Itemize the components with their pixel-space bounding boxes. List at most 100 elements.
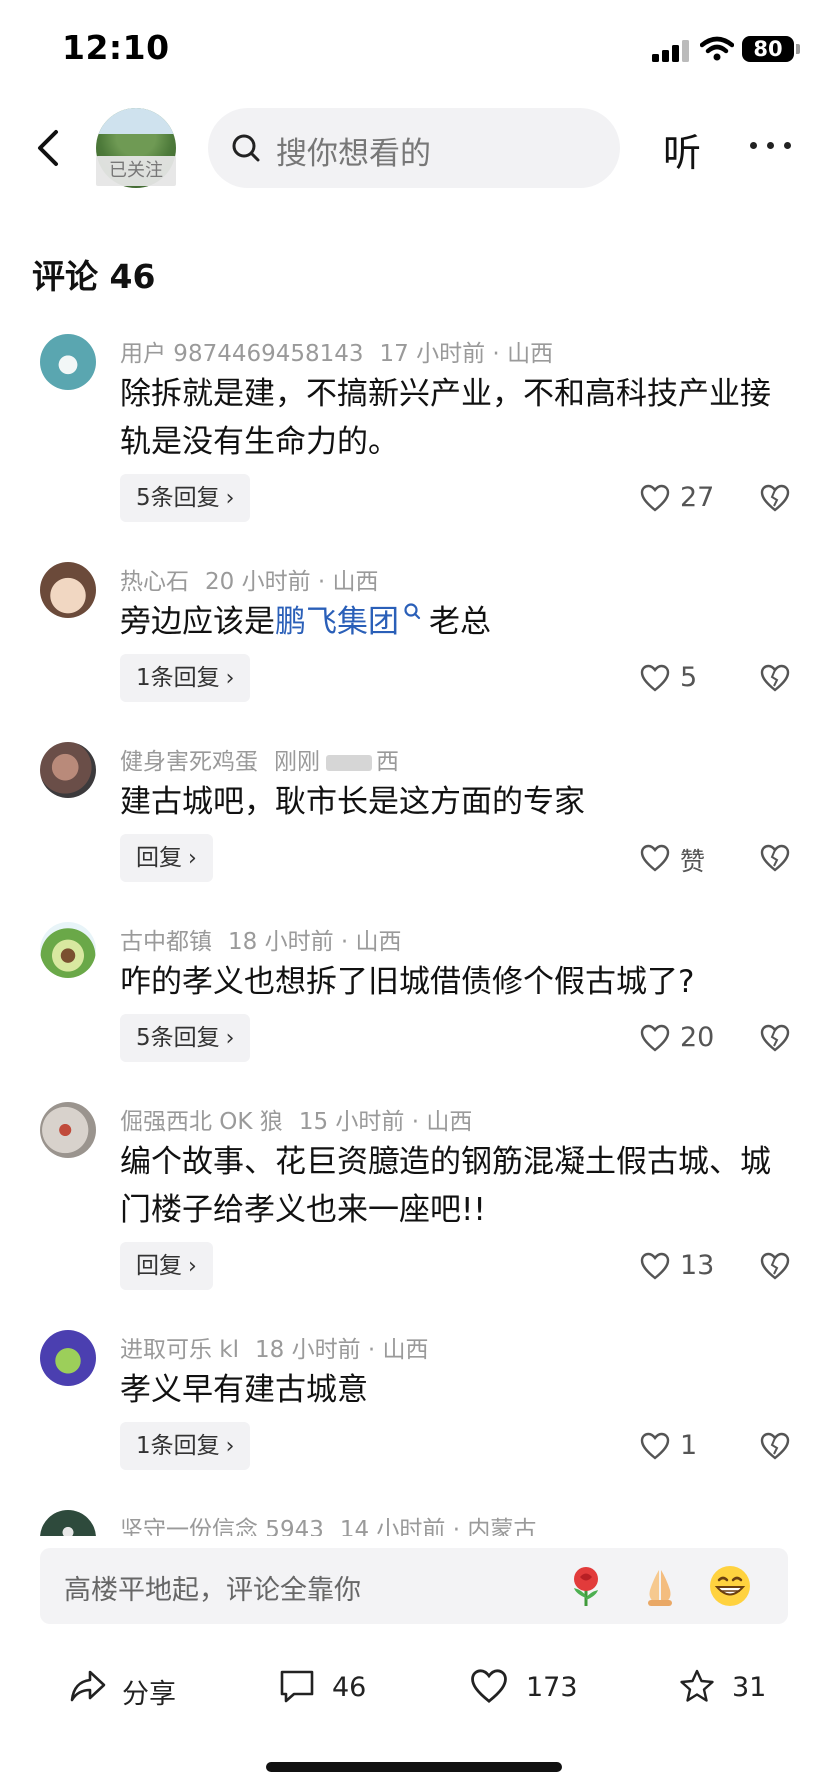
comment-location: 西 bbox=[376, 749, 399, 775]
comment-username[interactable]: 坚守一份信念 5943 bbox=[120, 1517, 324, 1536]
chevron-right-icon: › bbox=[225, 1434, 235, 1459]
praying-hands-emoji-icon[interactable] bbox=[638, 1564, 682, 1608]
comment-count: 46 bbox=[332, 1672, 367, 1703]
search-input[interactable]: 搜你想看的 bbox=[208, 108, 620, 188]
dislike-button[interactable] bbox=[760, 1422, 792, 1470]
view-replies-button[interactable]: 1条回复 › bbox=[120, 654, 251, 702]
like-button[interactable]: 1 bbox=[640, 1422, 740, 1470]
search-link-icon[interactable] bbox=[403, 602, 423, 624]
comment-time: 18 小时前 bbox=[228, 929, 334, 955]
dislike-button[interactable] bbox=[760, 1014, 792, 1062]
avatar[interactable] bbox=[40, 922, 96, 978]
home-indicator[interactable] bbox=[266, 1762, 562, 1772]
comment-username[interactable]: 健身害死鸡蛋 bbox=[120, 749, 258, 775]
comment-meta: 坚守一份信念 5943 14 小时前 · 内蒙古 bbox=[120, 1510, 536, 1536]
reply-button[interactable]: 回复 › bbox=[120, 834, 213, 882]
heart-icon bbox=[640, 1024, 670, 1052]
comment-input[interactable]: 高楼平地起，评论全靠你 bbox=[40, 1548, 788, 1624]
heart-icon bbox=[640, 1432, 670, 1460]
comment-username[interactable]: 古中都镇 bbox=[120, 929, 212, 955]
reply-label: 回复 bbox=[136, 1253, 182, 1279]
share-icon bbox=[70, 1670, 106, 1702]
like-button[interactable]: 赞 bbox=[640, 834, 740, 882]
avatar[interactable] bbox=[40, 562, 96, 618]
comment-location: 山西 bbox=[382, 1337, 429, 1363]
search-link[interactable]: 鹏飞集团 bbox=[275, 604, 399, 640]
share-label: 分享 bbox=[122, 1679, 176, 1710]
comment-button[interactable]: 46 bbox=[278, 1662, 388, 1712]
wifi-icon bbox=[700, 36, 734, 61]
view-replies-button[interactable]: 1条回复 › bbox=[120, 1422, 251, 1470]
avatar[interactable] bbox=[40, 334, 96, 390]
like-button[interactable]: 5 bbox=[640, 654, 740, 702]
status-time: 12:10 bbox=[62, 28, 170, 67]
star-icon bbox=[680, 1669, 714, 1702]
heart-icon bbox=[640, 484, 670, 512]
avatar[interactable] bbox=[40, 1330, 96, 1386]
reply-label: 回复 bbox=[136, 845, 182, 871]
comment-location: 山西 bbox=[332, 569, 379, 595]
comment-meta: 健身害死鸡蛋 刚刚 西 bbox=[120, 742, 399, 776]
view-replies-button[interactable]: 5条回复 › bbox=[120, 474, 251, 522]
heart-icon bbox=[640, 844, 670, 872]
like-count: 5 bbox=[680, 662, 698, 693]
listen-button[interactable]: 听 bbox=[663, 122, 701, 177]
chevron-right-icon: › bbox=[225, 1026, 235, 1051]
like-button[interactable]: 13 bbox=[640, 1242, 740, 1290]
like-button[interactable]: 27 bbox=[640, 474, 740, 522]
comment-text: 咋的孝义也想拆了旧城借债修个假古城了? bbox=[120, 964, 695, 1000]
comment-text: 编个故事、花巨资臆造的钢筋混凝土假古城、城门楼子给孝义也来一座吧!! bbox=[120, 1144, 771, 1228]
rose-emoji-icon[interactable] bbox=[564, 1564, 608, 1608]
comment-meta: 进取可乐 kl 18 小时前 · 山西 bbox=[120, 1337, 429, 1363]
comment-meta: 用户 9874469458143 17 小时前 · 山西 bbox=[120, 341, 554, 367]
chevron-right-icon: › bbox=[188, 846, 197, 871]
like-count: 赞 bbox=[680, 847, 706, 876]
comment-location: 山西 bbox=[507, 341, 554, 367]
share-button[interactable]: 分享 bbox=[68, 1662, 188, 1712]
favorite-button[interactable]: 31 bbox=[678, 1662, 778, 1712]
grinning-emoji-icon[interactable] bbox=[708, 1564, 752, 1608]
more-options-icon[interactable] bbox=[748, 130, 794, 160]
favorite-count: 31 bbox=[732, 1672, 767, 1703]
avatar[interactable] bbox=[40, 742, 96, 798]
avatar[interactable] bbox=[40, 1510, 96, 1536]
comment-username[interactable]: 用户 9874469458143 bbox=[120, 341, 364, 367]
like-post-button[interactable]: 173 bbox=[470, 1662, 590, 1712]
comment-time: 15 小时前 bbox=[298, 1109, 405, 1135]
chevron-right-icon: › bbox=[225, 486, 235, 511]
broken-heart-icon bbox=[760, 664, 790, 692]
comment-text-part: 旁边应该是 bbox=[120, 604, 275, 640]
reply-button[interactable]: 回复 › bbox=[120, 1242, 213, 1290]
followed-badge[interactable]: 已关注 bbox=[96, 156, 176, 186]
broken-heart-icon bbox=[760, 484, 790, 512]
dislike-button[interactable] bbox=[760, 654, 792, 702]
like-count: 13 bbox=[680, 1250, 715, 1281]
comment-time: 20 小时前 bbox=[205, 569, 311, 595]
comment-text: 旁边应该是鹏飞集团 老总 bbox=[120, 598, 780, 646]
heart-icon bbox=[471, 1669, 507, 1703]
view-replies-button[interactable]: 5条回复 › bbox=[120, 1014, 251, 1062]
like-count: 27 bbox=[680, 482, 715, 513]
heart-icon bbox=[640, 1252, 670, 1280]
comment-username[interactable]: 热心石 bbox=[120, 569, 189, 595]
dislike-button[interactable] bbox=[760, 834, 792, 882]
search-placeholder: 搜你想看的 bbox=[276, 136, 431, 172]
battery-indicator: 80 bbox=[742, 36, 794, 62]
bottom-action-bar: 分享 46 173 31 bbox=[0, 1640, 828, 1740]
dislike-button[interactable] bbox=[760, 1242, 792, 1290]
search-icon bbox=[232, 134, 260, 162]
dislike-button[interactable] bbox=[760, 474, 792, 522]
comments-header: 评论 46 bbox=[32, 257, 156, 296]
chevron-right-icon: › bbox=[225, 666, 235, 691]
comment-username[interactable]: 进取可乐 kl bbox=[120, 1337, 239, 1363]
reply-count-label: 1条回复 bbox=[136, 665, 220, 691]
reply-count-label: 5条回复 bbox=[136, 485, 220, 511]
comment-meta: 倔强西北 OK 狼 15 小时前 · 山西 bbox=[120, 1109, 473, 1135]
comment-username[interactable]: 倔强西北 OK 狼 bbox=[120, 1109, 283, 1135]
comment-item: 坚守一份信念 5943 14 小时前 · 内蒙古 bbox=[0, 1510, 828, 1536]
broken-heart-icon bbox=[760, 1024, 790, 1052]
avatar[interactable] bbox=[40, 1102, 96, 1158]
back-arrow-icon[interactable] bbox=[30, 124, 70, 172]
status-bar: 12:10 80 bbox=[0, 0, 828, 96]
like-button[interactable]: 20 bbox=[640, 1014, 740, 1062]
